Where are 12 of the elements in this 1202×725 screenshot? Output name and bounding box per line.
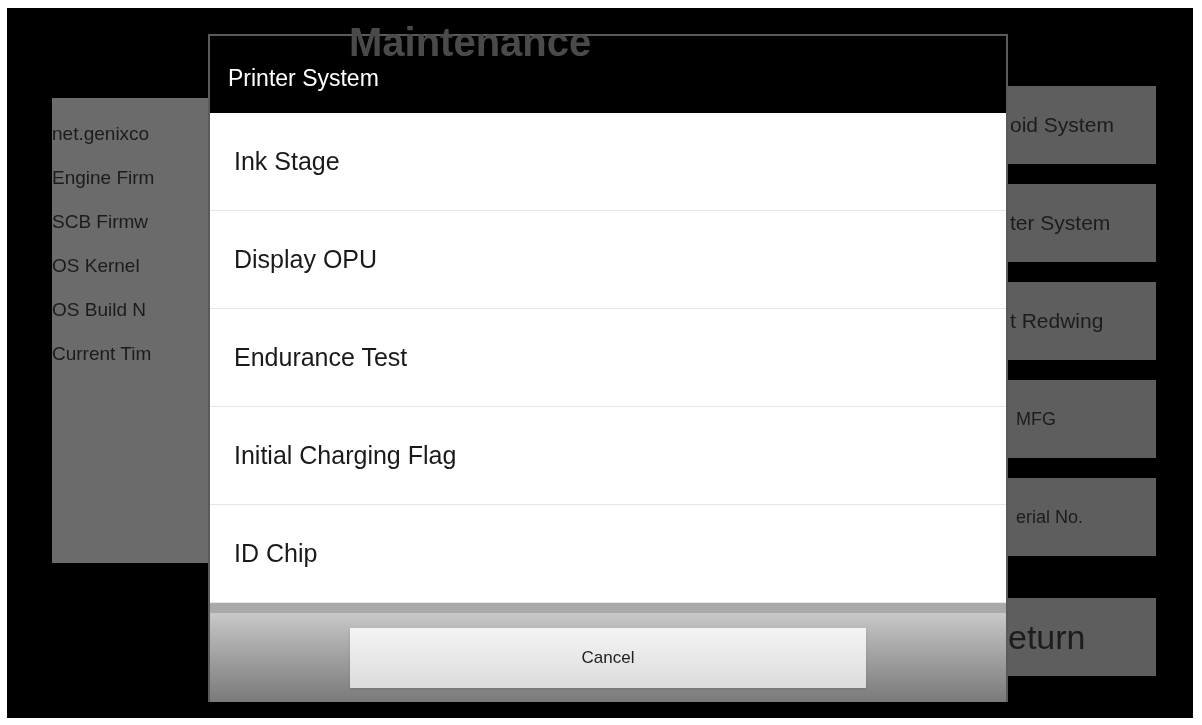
dialog-title: Printer System — [228, 63, 379, 93]
info-line: OS Build N — [52, 298, 146, 322]
cancel-button[interactable]: Cancel — [350, 627, 866, 688]
info-line: Engine Firm — [52, 166, 155, 190]
list-item[interactable]: Ink Stage — [210, 113, 1006, 211]
info-line: net.genixco — [52, 122, 150, 146]
list-item[interactable]: Display OPU — [210, 211, 1006, 309]
info-line: SCB Firmw — [52, 210, 149, 234]
list-item[interactable]: Initial Charging Flag — [210, 407, 1006, 505]
info-line: Current Tim — [52, 342, 152, 366]
info-line: OS Kernel — [52, 254, 140, 278]
list-item[interactable]: Endurance Test — [210, 309, 1006, 407]
